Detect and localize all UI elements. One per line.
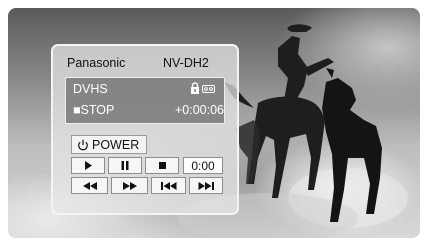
device-header: Panasonic NV-DH2 (53, 56, 237, 74)
power-button[interactable]: POWER (71, 135, 147, 154)
transport-status: ■STOP (73, 103, 115, 117)
time-field[interactable]: 0:00 (183, 157, 223, 174)
rewind-icon (82, 181, 97, 190)
pause-icon (121, 161, 129, 170)
lock-icon (191, 82, 199, 94)
stop-icon (158, 162, 166, 169)
fast-forward-icon (122, 181, 137, 190)
status-display: DVHS ■STOP +0:00:06 (65, 77, 225, 124)
play-button[interactable] (71, 157, 105, 174)
play-icon (84, 161, 92, 170)
fast-forward-button[interactable] (111, 177, 148, 194)
mode-label: DVHS (73, 82, 108, 96)
skip-previous-button[interactable] (151, 177, 186, 194)
skip-previous-icon (160, 181, 176, 190)
brand-label: Panasonic (67, 56, 126, 70)
vcr-control-panel: Panasonic NV-DH2 DVHS ■STOP +0:00:06 POW… (51, 44, 239, 215)
cassette-icon (202, 85, 215, 93)
pause-button[interactable] (108, 157, 142, 174)
rewind-button[interactable] (71, 177, 108, 194)
stop-button[interactable] (145, 157, 179, 174)
power-icon (78, 139, 88, 150)
skip-next-icon (198, 181, 214, 190)
tape-counter: +0:00:06 (175, 103, 225, 117)
power-label: POWER (92, 137, 140, 152)
skip-next-button[interactable] (189, 177, 223, 194)
model-label: NV-DH2 (163, 56, 209, 70)
video-frame: Panasonic NV-DH2 DVHS ■STOP +0:00:06 POW… (8, 8, 420, 238)
